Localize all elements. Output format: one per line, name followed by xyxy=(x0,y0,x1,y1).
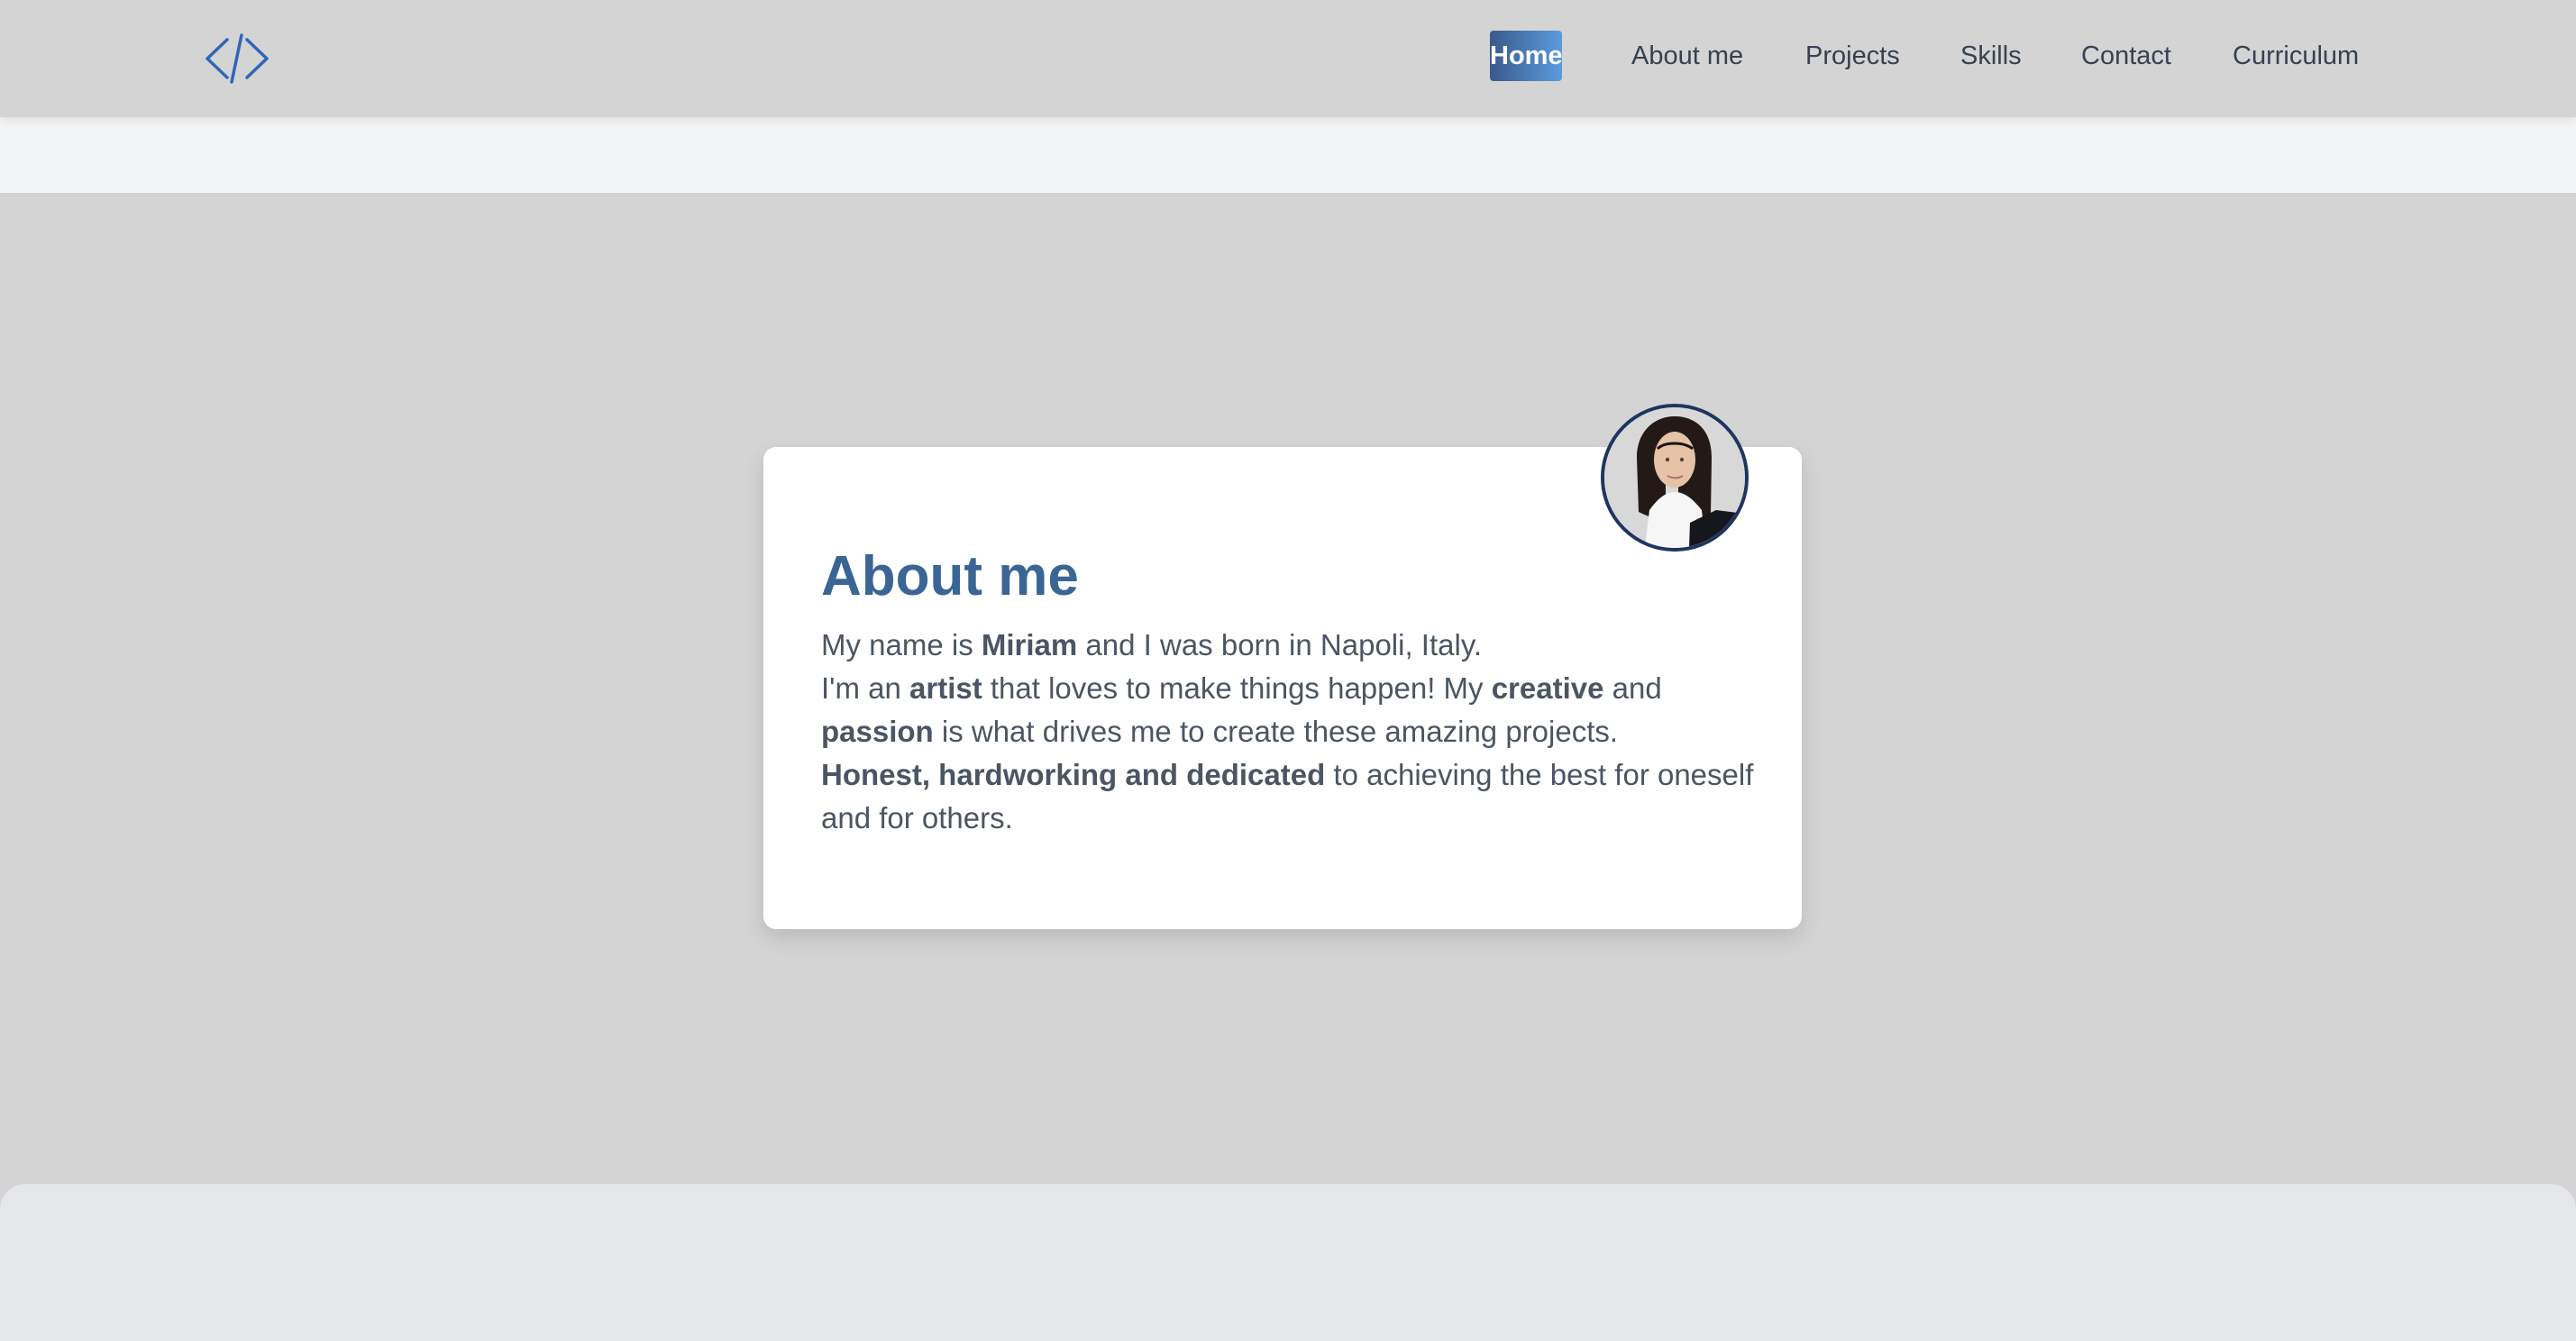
about-line-2-part-7: is what drives me to create these amazin… xyxy=(933,715,1619,748)
about-paragraph-3: Honest, hardworking and dedicated to ach… xyxy=(821,753,1758,840)
footer-strip xyxy=(0,1184,2576,1341)
about-line-2-passion: passion xyxy=(821,715,934,748)
about-line-2-part-3: that loves to make things happen! My xyxy=(982,671,1492,705)
about-line-1-part-3: and I was born in Napoli, Italy. xyxy=(1077,628,1483,661)
about-line-1-part-1: My name is xyxy=(821,628,982,661)
about-title: About me xyxy=(821,545,1079,607)
nav-skills[interactable]: Skills xyxy=(1960,31,2022,81)
main-navigation: Home About me Projects Skills Contact Cu… xyxy=(0,0,2576,117)
nav-contact[interactable]: Contact xyxy=(2081,31,2171,81)
about-line-2-artist: artist xyxy=(909,671,982,705)
top-navbar: Home About me Projects Skills Contact Cu… xyxy=(0,0,2576,117)
nav-about-me[interactable]: About me xyxy=(1631,31,1743,81)
about-paragraph-1: My name is Miriam and I was born in Napo… xyxy=(821,624,1758,667)
profile-avatar xyxy=(1601,404,1749,552)
about-line-2-creative: creative xyxy=(1491,671,1604,705)
secondary-bar xyxy=(0,117,2576,193)
about-line-1-name: Miriam xyxy=(981,628,1078,661)
about-line-3-bold: Honest, hardworking and dedicated xyxy=(821,758,1326,791)
about-line-2-part-5: and xyxy=(1603,671,1662,705)
about-paragraph-2: I'm an artist that loves to make things … xyxy=(821,667,1758,753)
nav-projects[interactable]: Projects xyxy=(1805,31,1900,81)
about-text: My name is Miriam and I was born in Napo… xyxy=(821,624,1758,840)
about-line-2-part-1: I'm an xyxy=(821,671,910,705)
nav-home[interactable]: Home xyxy=(1490,31,1563,81)
nav-curriculum[interactable]: Curriculum xyxy=(2233,31,2359,81)
